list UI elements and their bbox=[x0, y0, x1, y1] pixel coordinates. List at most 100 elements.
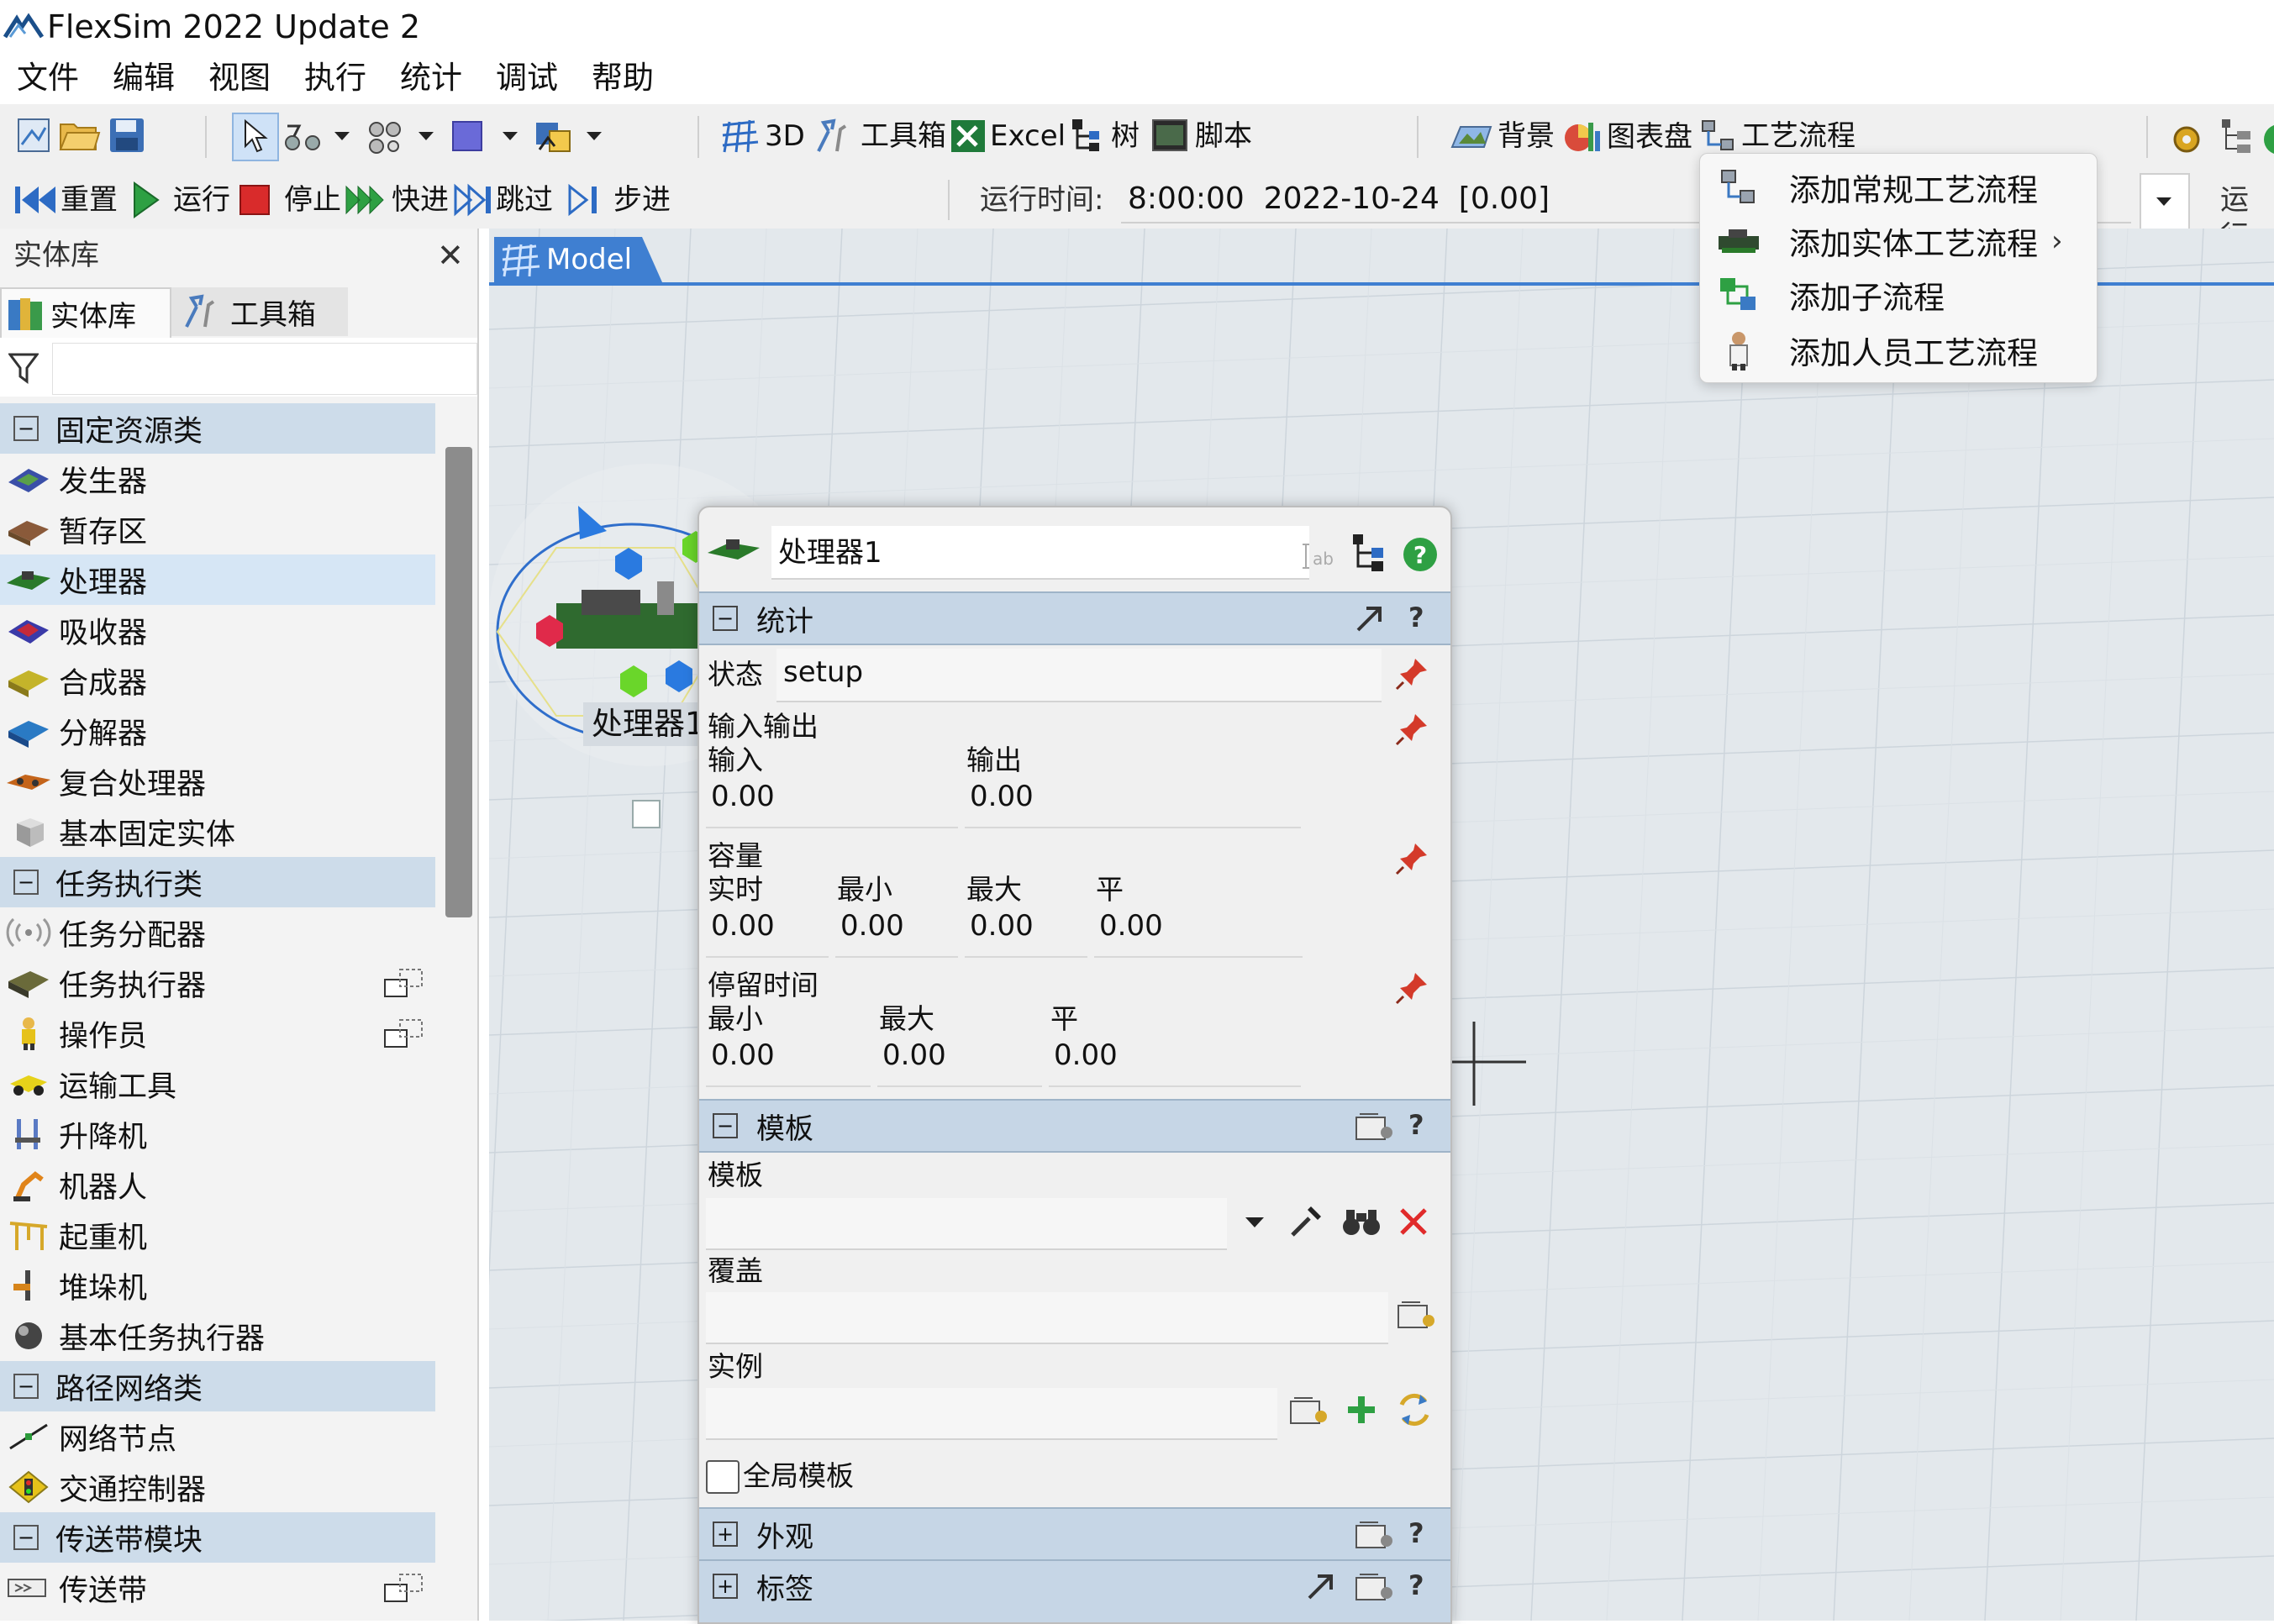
skip-button[interactable]: 跳过 bbox=[454, 181, 553, 218]
sub-items-icon[interactable] bbox=[383, 1571, 425, 1605]
library-item-elevator[interactable]: 升降机 bbox=[0, 1109, 435, 1159]
excel-button[interactable]: Excel bbox=[950, 118, 1066, 155]
library-item-sink[interactable]: 吸收器 bbox=[0, 605, 435, 655]
collapse-icon[interactable]: − bbox=[713, 1113, 738, 1138]
menu-edit[interactable]: 编辑 bbox=[113, 57, 175, 99]
category-task-executers[interactable]: − 任务执行类 bbox=[0, 857, 435, 907]
object-connector-box[interactable] bbox=[632, 800, 661, 828]
library-item-basic-task-executer[interactable]: 基本任务执行器 bbox=[0, 1311, 435, 1361]
library-item-network-node[interactable]: 网络节点 bbox=[0, 1411, 435, 1462]
tab-toolbox[interactable]: 工具箱 bbox=[171, 287, 348, 336]
section-labels[interactable]: + 标签 ? bbox=[699, 1559, 1450, 1613]
collapse-icon[interactable]: − bbox=[13, 1374, 39, 1399]
expand-icon[interactable]: + bbox=[713, 1574, 738, 1599]
tree-icon[interactable] bbox=[1351, 533, 1388, 573]
collapse-icon[interactable]: − bbox=[13, 870, 39, 895]
pin-icon[interactable] bbox=[1395, 971, 1429, 1005]
object-tree-icon[interactable] bbox=[2219, 116, 2256, 158]
green-status-icon[interactable] bbox=[2261, 121, 2274, 158]
properties-settings-icon[interactable] bbox=[1353, 1569, 1395, 1603]
category-conveyor[interactable]: − 传送带模块 bbox=[0, 1512, 435, 1563]
menu-help[interactable]: 帮助 bbox=[592, 57, 654, 99]
properties-settings-icon[interactable] bbox=[1287, 1391, 1329, 1428]
library-item-combiner[interactable]: 合成器 bbox=[0, 655, 435, 706]
category-network[interactable]: − 路径网络类 bbox=[0, 1361, 435, 1411]
delete-icon[interactable] bbox=[1397, 1205, 1430, 1238]
chevron-down-icon[interactable] bbox=[333, 129, 351, 143]
chevron-down-icon[interactable] bbox=[501, 129, 519, 143]
run-speed-dropdown[interactable] bbox=[2140, 173, 2190, 230]
connect-objects-icon[interactable] bbox=[282, 118, 324, 155]
help-question-icon[interactable]: ? bbox=[1408, 1517, 1424, 1549]
template-select[interactable] bbox=[706, 1198, 1227, 1250]
filter-icon[interactable] bbox=[8, 351, 39, 385]
pin-icon[interactable] bbox=[1395, 657, 1429, 691]
shape-tool-icon[interactable] bbox=[450, 119, 484, 153]
library-scrollbar[interactable] bbox=[445, 447, 472, 917]
override-field[interactable] bbox=[706, 1292, 1388, 1344]
process-flow-button[interactable]: 工艺流程 bbox=[1699, 118, 1856, 155]
properties-settings-icon[interactable] bbox=[1353, 1517, 1395, 1551]
add-icon[interactable] bbox=[1345, 1393, 1378, 1427]
help-question-icon[interactable]: ? bbox=[1408, 1569, 1424, 1601]
menu-file[interactable]: 文件 bbox=[17, 57, 79, 99]
run-button[interactable]: 运行 bbox=[133, 181, 230, 218]
properties-settings-icon[interactable] bbox=[1395, 1296, 1437, 1332]
library-item-transporter[interactable]: 运输工具 bbox=[0, 1059, 435, 1109]
library-item-crane[interactable]: 起重机 bbox=[0, 1210, 435, 1260]
view-3d-button[interactable]: 3D bbox=[721, 118, 805, 155]
section-statistics[interactable]: − 统计 ? bbox=[699, 591, 1450, 645]
binoculars-icon[interactable] bbox=[1341, 1205, 1382, 1238]
object-name-field[interactable]: 处理器1 bbox=[771, 526, 1309, 580]
select-tool-button[interactable] bbox=[232, 113, 279, 161]
section-appearance[interactable]: + 外观 ? bbox=[699, 1507, 1450, 1561]
view-settings-icon[interactable] bbox=[533, 116, 575, 156]
library-item-traffic-control[interactable]: 交通控制器 bbox=[0, 1462, 435, 1512]
library-item-asrs[interactable]: 堆垛机 bbox=[0, 1260, 435, 1311]
collapse-icon[interactable]: − bbox=[13, 416, 39, 441]
menu-item-add-subflow[interactable]: 添加子流程 bbox=[1700, 268, 2097, 322]
help-question-icon[interactable]: ? bbox=[1408, 602, 1424, 633]
expand-arrow-icon[interactable] bbox=[1306, 1573, 1336, 1601]
menu-item-add-object-process-flow[interactable]: 添加实体工艺流程 › bbox=[1700, 214, 2097, 268]
step-button[interactable]: 步进 bbox=[568, 181, 671, 218]
toolbox-button[interactable]: 工具箱 bbox=[812, 118, 946, 155]
menu-view[interactable]: 视图 bbox=[208, 57, 271, 99]
tab-library[interactable]: 实体库 bbox=[0, 287, 171, 338]
menu-debug[interactable]: 调试 bbox=[496, 57, 558, 99]
library-item-task-executer[interactable]: 任务执行器 bbox=[0, 958, 435, 1008]
library-item-operator[interactable]: 操作员 bbox=[0, 1008, 435, 1059]
text-label-icon[interactable]: ab bbox=[1298, 539, 1336, 573]
chevron-down-icon[interactable] bbox=[1244, 1215, 1266, 1230]
pin-icon[interactable] bbox=[1395, 712, 1429, 746]
reset-button[interactable]: 重置 bbox=[13, 181, 118, 218]
library-item-basic-fixed-resource[interactable]: 基本固定实体 bbox=[0, 807, 435, 857]
sub-items-icon[interactable] bbox=[383, 1017, 425, 1050]
sub-items-icon[interactable] bbox=[383, 966, 425, 1000]
section-template[interactable]: − 模板 ? bbox=[699, 1099, 1450, 1153]
dashboard-button[interactable]: 图表盘 bbox=[1561, 118, 1692, 156]
background-button[interactable]: 背景 bbox=[1450, 118, 1555, 155]
properties-settings-icon[interactable] bbox=[1353, 1109, 1395, 1143]
global-template-checkbox[interactable] bbox=[706, 1460, 740, 1494]
open-folder-icon[interactable] bbox=[59, 116, 101, 155]
tree-button[interactable]: 树 bbox=[1071, 118, 1140, 155]
help-icon[interactable]: ? bbox=[1402, 536, 1439, 573]
category-fixed-resources[interactable]: − 固定资源类 bbox=[0, 403, 435, 454]
library-item-dispatcher[interactable]: 任务分配器 bbox=[0, 907, 435, 958]
collapse-icon[interactable]: − bbox=[713, 606, 738, 631]
new-model-icon[interactable] bbox=[15, 116, 54, 155]
library-filter-input[interactable] bbox=[52, 343, 477, 395]
library-item-processor[interactable]: 处理器 bbox=[0, 554, 435, 605]
collapse-icon[interactable]: − bbox=[13, 1525, 39, 1550]
object-group-icon[interactable] bbox=[365, 118, 407, 155]
gear-icon[interactable] bbox=[2168, 121, 2205, 158]
menu-item-add-general-process-flow[interactable]: 添加常规工艺流程 bbox=[1700, 160, 2097, 214]
chevron-down-icon[interactable] bbox=[417, 129, 435, 143]
chevron-down-icon[interactable] bbox=[585, 129, 603, 143]
library-item-queue[interactable]: 暂存区 bbox=[0, 504, 435, 554]
stop-button[interactable]: 停止 bbox=[239, 181, 341, 218]
save-icon[interactable] bbox=[108, 116, 146, 155]
library-item-robot[interactable]: 机器人 bbox=[0, 1159, 435, 1210]
close-icon[interactable]: ✕ bbox=[437, 235, 464, 276]
